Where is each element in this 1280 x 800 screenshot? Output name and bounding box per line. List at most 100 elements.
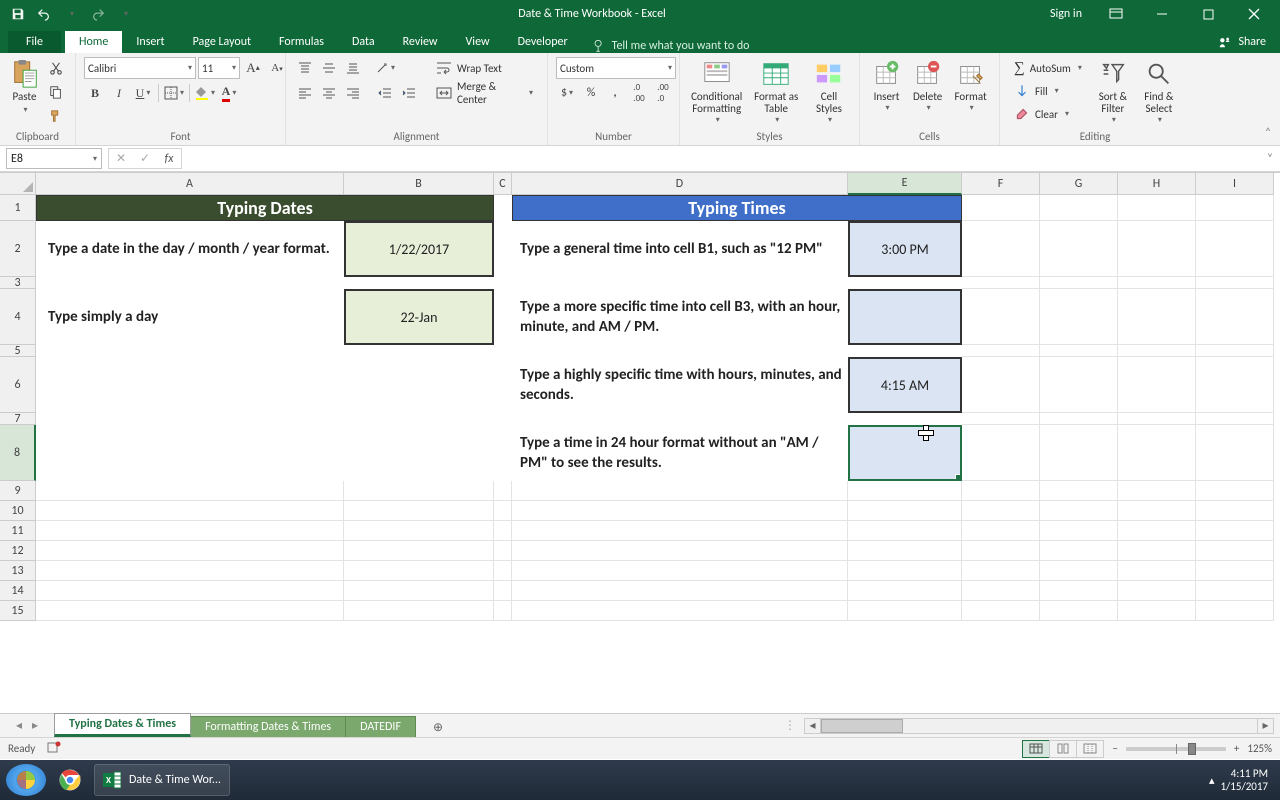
align-center-icon[interactable]: [318, 82, 340, 104]
cell-I14[interactable]: [1196, 581, 1274, 601]
tab-formulas[interactable]: Formulas: [265, 31, 338, 53]
cell-E12[interactable]: [848, 541, 962, 561]
cell-C12[interactable]: [494, 541, 512, 561]
sheet-tab-1[interactable]: Typing Dates & Times: [54, 713, 191, 737]
tab-file[interactable]: File: [8, 31, 61, 53]
cell-D11[interactable]: [512, 521, 848, 541]
row-header-6[interactable]: 6: [0, 357, 36, 413]
borders-icon[interactable]: ▾: [163, 82, 185, 104]
row-header-9[interactable]: 9: [0, 481, 36, 501]
expand-formula-bar-icon[interactable]: ˅: [1260, 152, 1280, 166]
increase-font-icon[interactable]: A▴: [242, 57, 264, 79]
cell-H1[interactable]: [1118, 195, 1196, 221]
spreadsheet-grid[interactable]: ABCDEFGHI 123456789101112131415 Typing D…: [0, 172, 1280, 713]
cell-G14[interactable]: [1040, 581, 1118, 601]
sort-filter-button[interactable]: Sort & Filter▾: [1092, 57, 1134, 127]
sheet-nav[interactable]: ◂▸: [0, 718, 54, 733]
cell-D14[interactable]: [512, 581, 848, 601]
percent-format-icon[interactable]: %: [580, 82, 602, 104]
copy-icon[interactable]: [45, 81, 67, 103]
row-header-1[interactable]: 1: [0, 195, 36, 221]
cell-E13[interactable]: [848, 561, 962, 581]
cell-B12[interactable]: [344, 541, 494, 561]
align-bottom-icon[interactable]: [342, 57, 364, 79]
cell-d2[interactable]: Type a general time into cell B1, such a…: [512, 221, 848, 277]
fill-color-icon[interactable]: ▾: [194, 82, 216, 104]
cell-E15[interactable]: [848, 601, 962, 621]
tab-view[interactable]: View: [452, 31, 504, 53]
col-header-G[interactable]: G: [1040, 173, 1118, 195]
decrease-decimal-icon[interactable]: .00.0: [652, 82, 674, 104]
column-headers[interactable]: ABCDEFGHI: [36, 173, 1280, 195]
cell-E14[interactable]: [848, 581, 962, 601]
cell-F4[interactable]: [962, 289, 1040, 345]
enter-formula-icon[interactable]: ✓: [133, 151, 157, 166]
col-header-B[interactable]: B: [344, 173, 494, 195]
cell-F6[interactable]: [962, 357, 1040, 413]
decrease-indent-icon[interactable]: [374, 82, 396, 104]
ribbon-display-icon[interactable]: [1094, 0, 1138, 28]
cell-A14[interactable]: [36, 581, 344, 601]
cell-e6[interactable]: 4:15 AM: [848, 357, 962, 413]
col-header-C[interactable]: C: [494, 173, 512, 195]
cell-I7[interactable]: [1196, 413, 1274, 425]
header-typing-dates[interactable]: Typing Dates: [36, 195, 494, 221]
cell-B11[interactable]: [344, 521, 494, 541]
cell-I9[interactable]: [1196, 481, 1274, 501]
cell-H13[interactable]: [1118, 561, 1196, 581]
redo-icon[interactable]: [86, 3, 110, 25]
macro-record-icon[interactable]: [47, 740, 61, 757]
name-box[interactable]: E8▾: [6, 148, 102, 169]
col-header-D[interactable]: D: [512, 173, 848, 195]
cell-I3[interactable]: [1196, 277, 1274, 289]
cell-H8[interactable]: [1118, 425, 1196, 481]
cell-e8-selected[interactable]: [848, 425, 962, 481]
new-sheet-button[interactable]: ⊕: [425, 717, 451, 737]
cell-e4[interactable]: [848, 289, 962, 345]
save-icon[interactable]: [6, 3, 30, 25]
row-header-12[interactable]: 12: [0, 541, 36, 561]
row-header-5[interactable]: 5: [0, 345, 36, 357]
row-header-7[interactable]: 7: [0, 413, 36, 425]
cell-F2[interactable]: [962, 221, 1040, 277]
cell-C11[interactable]: [494, 521, 512, 541]
cell-G4[interactable]: [1040, 289, 1118, 345]
row-header-14[interactable]: 14: [0, 581, 36, 601]
cell-H5[interactable]: [1118, 345, 1196, 357]
fx-icon[interactable]: fx: [157, 152, 181, 166]
cell-F9[interactable]: [962, 481, 1040, 501]
cell-C10[interactable]: [494, 501, 512, 521]
start-button[interactable]: [6, 764, 46, 796]
cell-F10[interactable]: [962, 501, 1040, 521]
cell-B10[interactable]: [344, 501, 494, 521]
cell-A11[interactable]: [36, 521, 344, 541]
cell-H4[interactable]: [1118, 289, 1196, 345]
font-size-combo[interactable]: 11▾: [198, 57, 240, 79]
cell-F12[interactable]: [962, 541, 1040, 561]
cell-I4[interactable]: [1196, 289, 1274, 345]
cell-B13[interactable]: [344, 561, 494, 581]
cell-D15[interactable]: [512, 601, 848, 621]
italic-icon[interactable]: I: [108, 82, 130, 104]
cell-G11[interactable]: [1040, 521, 1118, 541]
align-right-icon[interactable]: [342, 82, 364, 104]
cell-b4[interactable]: 22-Jan: [344, 289, 494, 345]
close-icon[interactable]: [1232, 0, 1276, 28]
sign-in-link[interactable]: Sign in: [1040, 7, 1092, 21]
find-select-button[interactable]: Find & Select▾: [1138, 57, 1180, 127]
underline-icon[interactable]: U▾: [132, 82, 154, 104]
row-header-15[interactable]: 15: [0, 601, 36, 621]
undo-dropdown[interactable]: ▾: [60, 3, 84, 25]
cell-H11[interactable]: [1118, 521, 1196, 541]
cell-d6[interactable]: Type a highly specific time with hours, …: [512, 357, 848, 413]
bold-icon[interactable]: B: [84, 82, 106, 104]
cell-G10[interactable]: [1040, 501, 1118, 521]
cell-G7[interactable]: [1040, 413, 1118, 425]
zoom-out-button[interactable]: −: [1112, 742, 1117, 755]
cell-F7[interactable]: [962, 413, 1040, 425]
cell-G13[interactable]: [1040, 561, 1118, 581]
cell-E9[interactable]: [848, 481, 962, 501]
cell-G5[interactable]: [1040, 345, 1118, 357]
cell-A12[interactable]: [36, 541, 344, 561]
maximize-icon[interactable]: [1186, 0, 1230, 28]
